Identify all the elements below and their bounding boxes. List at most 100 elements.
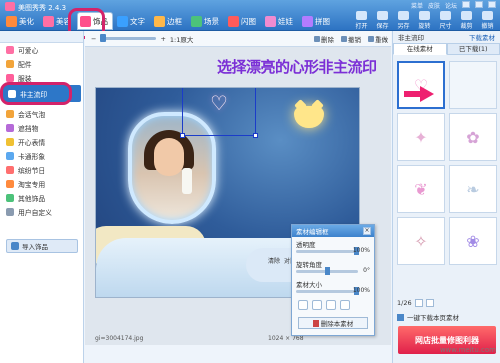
zoom-label[interactable]: 1:1原大 (170, 34, 193, 44)
clear-button[interactable]: 清除 (268, 256, 280, 265)
material-pager: 1/26 (397, 299, 497, 307)
open-button[interactable]: 打开 (352, 11, 371, 30)
tab-downloaded[interactable]: 已下载(1) (446, 43, 500, 55)
material-thumb[interactable]: ✦ (397, 113, 445, 161)
material-thumb[interactable]: ❧ (449, 165, 497, 213)
delete-sticker-button[interactable]: 删除本素材 (298, 317, 368, 329)
material-panel: 非主流印 下载素材 在线素材 已下载(1) ♡ ✦ ✿ ❦ ❧ ✧ ❀ 1/26… (392, 31, 500, 363)
tab-collage[interactable]: 拼图 (299, 12, 335, 30)
sticker-selection-box[interactable]: ♡ (180, 88, 258, 138)
sidebar-item-taobao[interactable]: 淘宝专用 (0, 177, 83, 191)
zoom-out-icon[interactable]: − (91, 35, 96, 43)
heart-stamp-sticker: ♡ (210, 91, 228, 115)
accessory-icon (6, 60, 14, 68)
portrait-face (154, 138, 184, 176)
rotation-value: 0° (363, 267, 370, 274)
resize-icon (440, 11, 451, 20)
cartoon-icon (6, 152, 14, 160)
download-link[interactable]: 下载素材 (469, 32, 495, 42)
sidebar-item-cartoons[interactable]: 卡通形象 (0, 149, 83, 163)
zoom-slider-handle[interactable] (100, 34, 107, 42)
material-thumb[interactable]: ✿ (449, 113, 497, 161)
copy-icon[interactable] (340, 300, 350, 310)
trash-icon (312, 319, 319, 327)
zoom-slider[interactable] (100, 34, 157, 42)
save-as-icon (398, 11, 409, 20)
sidebar-item-others[interactable]: 其他饰品 (0, 191, 83, 205)
save-as-button[interactable]: 另存 (394, 11, 413, 30)
menu-link[interactable]: 菜单 (411, 1, 423, 10)
bring-forward-icon[interactable] (312, 300, 322, 310)
page-indicator: 1/26 (397, 299, 412, 307)
opacity-control: 透明度 100% (296, 241, 370, 255)
maximize-icon[interactable] (475, 1, 483, 8)
download-page-button[interactable]: 一键下载本页素材 (397, 312, 459, 322)
doll-icon (265, 15, 276, 27)
material-thumb[interactable] (449, 61, 497, 109)
undo-edit-button[interactable]: 撤销 (341, 34, 361, 44)
undo-button[interactable]: 撤销 (478, 11, 497, 30)
tab-text[interactable]: 文字 (114, 12, 150, 30)
material-thumb[interactable]: ✧ (397, 217, 445, 265)
resize-button[interactable]: 尺寸 (436, 11, 455, 30)
rotation-control: 旋转角度 0° (296, 261, 370, 275)
next-page-icon[interactable] (425, 299, 434, 307)
flip-icon[interactable] (298, 300, 308, 310)
sidebar-header (0, 31, 83, 43)
tab-online[interactable]: 在线素材 (393, 43, 447, 55)
layer-tools (292, 297, 374, 313)
import-accessories-button[interactable]: 导入饰品 (6, 239, 78, 253)
tab-doll[interactable]: 娃娃 (262, 12, 298, 30)
sidebar-item-stamps[interactable]: 非主流印 (0, 82, 81, 105)
sidebar-item-emoticons[interactable]: 开心表情 (0, 135, 83, 149)
rotation-slider[interactable] (296, 267, 358, 275)
forum-link[interactable]: 论坛 (445, 1, 457, 10)
close-icon[interactable] (488, 1, 496, 8)
dialog-close-icon[interactable]: × (363, 227, 371, 235)
clothing-icon (6, 74, 14, 82)
sidebar-item-covers[interactable]: 遮挡物 (0, 121, 83, 135)
rotate-button[interactable]: 旋转 (415, 11, 434, 30)
save-button[interactable]: 保存 (373, 11, 392, 30)
material-panel-title: 非主流印 (398, 34, 424, 42)
rotate-icon (419, 11, 430, 20)
sidebar-item-cute-hearts[interactable]: 可爱心 (0, 43, 83, 57)
sticker-editor-dialog: 素材编辑框 × 透明度 100% 旋转角度 0° 素材大小 100% 删除本素材 (291, 224, 375, 336)
resize-handle[interactable] (180, 133, 185, 138)
redo-button[interactable]: 重做 (368, 34, 388, 44)
crop-icon (461, 11, 472, 20)
frame-icon (154, 15, 165, 27)
resize-handle[interactable] (253, 133, 258, 138)
festival-icon (6, 166, 14, 174)
crop-button[interactable]: 裁剪 (457, 11, 476, 30)
open-icon (356, 11, 367, 20)
sidebar-item-speech-bubbles[interactable]: 会话气泡 (0, 107, 83, 121)
sidebar-item-festivals[interactable]: 缤纷节日 (0, 163, 83, 177)
minimize-icon[interactable] (462, 1, 470, 8)
dialog-title[interactable]: 素材编辑框 (292, 225, 374, 237)
delete-button[interactable]: 删除 (314, 34, 334, 44)
material-thumb[interactable]: ❀ (449, 217, 497, 265)
import-icon (11, 242, 19, 250)
prev-page-icon[interactable] (414, 299, 423, 307)
tab-frame[interactable]: 边框 (151, 12, 187, 30)
cat-moon-decoration (294, 99, 324, 128)
size-slider[interactable] (296, 287, 359, 295)
tab-flash[interactable]: 闪图 (225, 12, 261, 30)
material-tabs: 在线素材 已下载(1) (393, 43, 500, 55)
size-control: 素材大小 100% (296, 281, 370, 295)
tab-beautify[interactable]: 美化 (3, 12, 39, 30)
sidebar-item-custom[interactable]: 用户自定义 (0, 205, 83, 219)
title-bar: 美图秀秀 2.4.3 菜单 皮肤 论坛 美化 美容 饰品 文字 边框 场景 闪图… (0, 0, 500, 39)
skin-link[interactable]: 皮肤 (428, 1, 440, 10)
zoom-in-icon[interactable]: + (160, 35, 165, 43)
send-backward-icon[interactable] (326, 300, 336, 310)
tab-scene[interactable]: 场景 (188, 12, 224, 30)
opacity-slider[interactable] (296, 247, 359, 255)
emoticon-icon (6, 138, 14, 146)
app-logo-icon (5, 2, 15, 11)
rotation-slider-handle[interactable] (325, 267, 330, 275)
sidebar-item-accessories[interactable]: 配件 (0, 57, 83, 71)
watermark: www.meitu.com (439, 346, 496, 354)
material-thumb[interactable]: ❦ (397, 165, 445, 213)
